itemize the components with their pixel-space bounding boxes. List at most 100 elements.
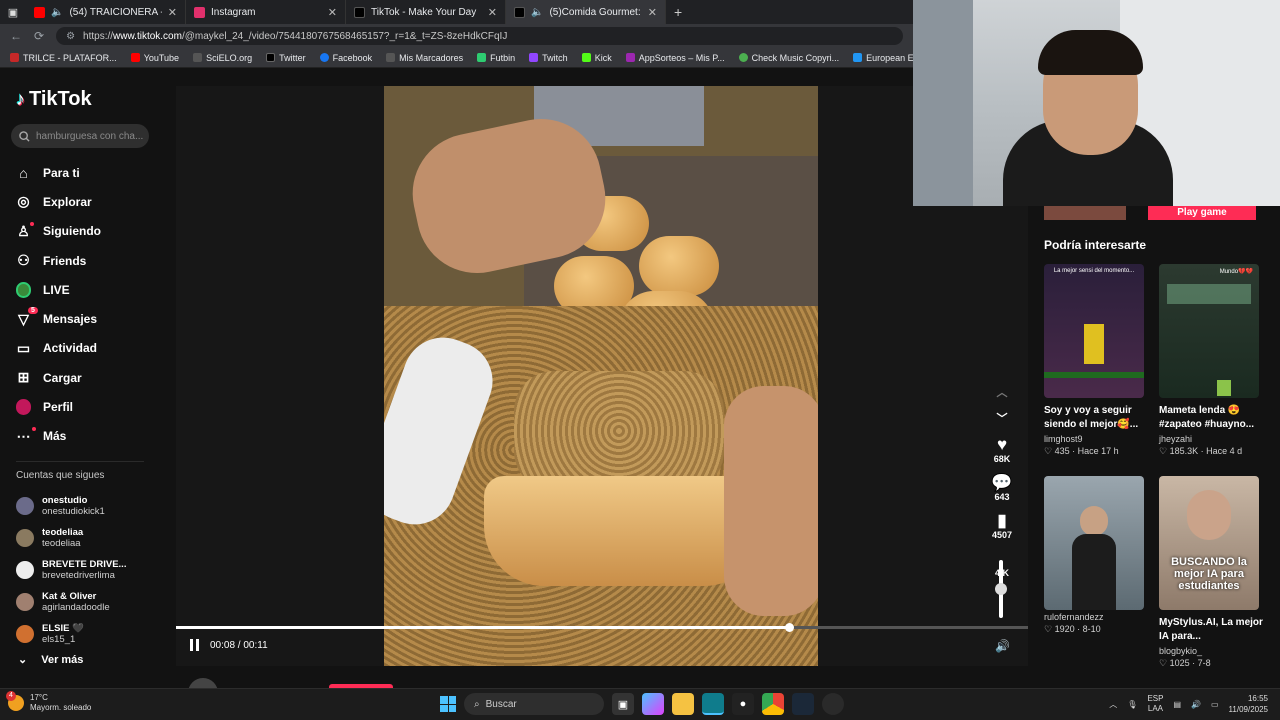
following-item[interactable]: Kat & Oliver agirlandadoodle [16, 586, 161, 618]
volume-icon[interactable]: 🔊 [995, 639, 1010, 653]
like-button[interactable]: ♥ 68K [985, 436, 1019, 465]
video-thumbnail[interactable] [1044, 476, 1144, 610]
menu-item-actividad[interactable]: ▭ Actividad [16, 334, 161, 363]
microphone-icon[interactable]: 🎙 [1127, 700, 1137, 709]
back-icon[interactable]: ← [10, 29, 22, 43]
following-item[interactable]: onestudio onestudiokick1 [16, 490, 161, 522]
tab-tiktok-video[interactable]: 🔈 (5)Comida Gourmet: Descub ✕ [506, 0, 666, 24]
bookmark-item[interactable]: Mis Marcadores [386, 53, 463, 63]
tab-tiktok-home[interactable]: TikTok - Make Your Day ✕ [346, 0, 506, 24]
sidebar: ♪ TikTok hamburguesa con cha... ⌂ Para ti… [0, 68, 165, 688]
url-path: /@maykel_24_/video/7544180767568465157?_… [181, 30, 508, 42]
bookmark-item[interactable]: SciELO.org [193, 53, 252, 63]
task-view-icon[interactable]: ▣ [612, 693, 634, 715]
following-item[interactable]: ELSIE 🖤 els15_1 [16, 618, 161, 650]
reload-icon[interactable]: ⟳ [34, 29, 44, 43]
network-icon[interactable]: ▤ [1173, 700, 1181, 709]
taskbar-search-label: Buscar [485, 698, 517, 710]
menu-item-mas[interactable]: ⋯ Más [16, 422, 161, 451]
video-player[interactable]: 00:08 / 00:11 🔊 [176, 86, 1028, 666]
card-user[interactable]: jheyzahi [1159, 434, 1259, 444]
tab-instagram[interactable]: Instagram ✕ [186, 0, 346, 24]
bookmark-item[interactable]: AppSorteos – Mis P... [625, 53, 725, 63]
site-info-icon[interactable]: ⚙ [66, 31, 75, 42]
see-more-button[interactable]: ⌄ Ver más [18, 653, 83, 667]
bookmark-item[interactable]: Kick [581, 53, 612, 63]
language-indicator[interactable]: ESP LAA [1147, 694, 1163, 714]
clock[interactable]: 16:55 11/09/2025 [1229, 693, 1268, 715]
following-item[interactable]: teodeliaa teodeliaa [16, 522, 161, 554]
speaker-icon[interactable]: 🔊 [1191, 700, 1201, 709]
sandwich-filling [514, 371, 724, 491]
pause-icon[interactable] [190, 639, 202, 651]
close-icon[interactable]: ✕ [168, 6, 177, 19]
tab-actions-icon[interactable]: ▣ [0, 6, 26, 19]
progress-bar[interactable] [176, 623, 1028, 632]
copilot-icon[interactable] [642, 693, 664, 715]
video-thumbnail[interactable]: BUSCANDO la mejor IA para estudiantes [1159, 476, 1259, 610]
recommend-card[interactable]: La mejor sensi del momento... Soy y voy … [1044, 264, 1144, 457]
new-tab-button[interactable]: + [666, 4, 690, 20]
tab-youtube[interactable]: 🔈 (54) TRAICIONERA - LA UNI ✕ [26, 0, 186, 24]
windows-start-icon[interactable] [440, 696, 456, 712]
chevron-up-icon[interactable]: ︿ [1109, 699, 1117, 710]
file-explorer-icon[interactable] [672, 693, 694, 715]
card-user[interactable]: rulofernandezz [1044, 612, 1144, 622]
bookmark-item[interactable]: YouTube [130, 53, 179, 63]
bookmark-item[interactable]: Twitch [529, 53, 568, 63]
card-user[interactable]: blogbykio_ [1159, 646, 1259, 656]
video-thumbnail[interactable]: Mundo💔💔 [1159, 264, 1259, 398]
bookmark-icon [625, 53, 635, 62]
bookmark-item[interactable]: Twitter [266, 53, 306, 63]
menu-item-live[interactable]: LIVE [16, 275, 161, 304]
video-thumbnail[interactable]: La mejor sensi del momento... [1044, 264, 1144, 398]
taskbar-search[interactable]: ⌕ Buscar [464, 693, 604, 715]
following-section-title: Cuentas que sigues [16, 470, 105, 481]
chrome-icon[interactable] [762, 693, 784, 715]
close-icon[interactable]: ✕ [648, 6, 657, 19]
menu-item-friends[interactable]: ⚇ Friends [16, 246, 161, 275]
bookmark-item[interactable]: Facebook [319, 53, 372, 63]
menu-label: Mensajes [43, 312, 98, 327]
bookmark-item[interactable]: Check Music Copyri... [738, 53, 839, 63]
obs-icon[interactable]: ● [732, 693, 754, 715]
close-icon[interactable]: ✕ [328, 6, 337, 19]
recommend-card[interactable]: rulofernandezz ♡ 1920 · 8-10 [1044, 476, 1144, 635]
menu-item-mensajes[interactable]: ▽ 5 Mensajes [16, 304, 161, 333]
heart-outline-icon: ♡ [1159, 446, 1168, 456]
edge-icon[interactable] [702, 693, 724, 715]
bookmark-icon: ▮ [997, 511, 1007, 530]
recommend-card[interactable]: BUSCANDO la mejor IA para estudiantes My… [1159, 476, 1263, 669]
bookmark-item[interactable]: European Expansion... [853, 53, 913, 63]
youtube-icon [34, 6, 45, 18]
following-item[interactable]: BREVETE DRIVE... brevetedriverlima [16, 554, 161, 586]
menu-item-cargar[interactable]: ⊞ Cargar [16, 363, 161, 392]
notification-dot [32, 426, 36, 431]
recommend-card[interactable]: Mundo💔💔 Mameta lenda 😍 #zapateo #huayno.… [1159, 264, 1259, 457]
bookmark-item[interactable]: TRILCE - PLATAFOR... [10, 53, 117, 63]
weather-badge: 4 [6, 691, 16, 701]
card-user[interactable]: limghost9 [1044, 434, 1144, 444]
battery-icon[interactable]: ▭ [1211, 700, 1219, 709]
xbox-icon[interactable] [822, 693, 844, 715]
menu-item-explorar[interactable]: ◎ Explorar [16, 187, 161, 216]
game-thumbnail[interactable] [1044, 206, 1126, 220]
chevron-up-icon[interactable]: ︿ [985, 384, 1019, 400]
weather-widget[interactable]: 4 17°C Mayorm. soleado [6, 691, 91, 713]
bookmark-item[interactable]: Futbin [477, 53, 515, 63]
comment-button[interactable]: 💬 643 [985, 474, 1019, 503]
tiktok-logo[interactable]: ♪ TikTok [16, 88, 92, 111]
menu-item-para-ti[interactable]: ⌂ Para ti [16, 158, 161, 187]
menu-item-perfil[interactable]: Perfil [16, 392, 161, 421]
play-game-button[interactable]: Play game [1148, 206, 1256, 220]
save-button[interactable]: ▮ 4507 [985, 511, 1019, 541]
menu-item-siguiendo[interactable]: ♙ Siguiendo [16, 217, 161, 246]
chevron-down-icon[interactable]: ﹀ [985, 410, 1019, 426]
video-frame[interactable] [384, 86, 818, 666]
search-input[interactable]: hamburguesa con cha... [11, 124, 149, 148]
close-icon[interactable]: ✕ [488, 6, 497, 19]
url-field[interactable]: ⚙ https://www.tiktok.com/@maykel_24_/vid… [56, 27, 903, 45]
action-bar: ︿ ﹀ ♥68K 💬643 ▮4507 ↗4 K [985, 384, 1019, 588]
steam-icon[interactable] [792, 693, 814, 715]
volume-slider[interactable] [995, 560, 1007, 618]
